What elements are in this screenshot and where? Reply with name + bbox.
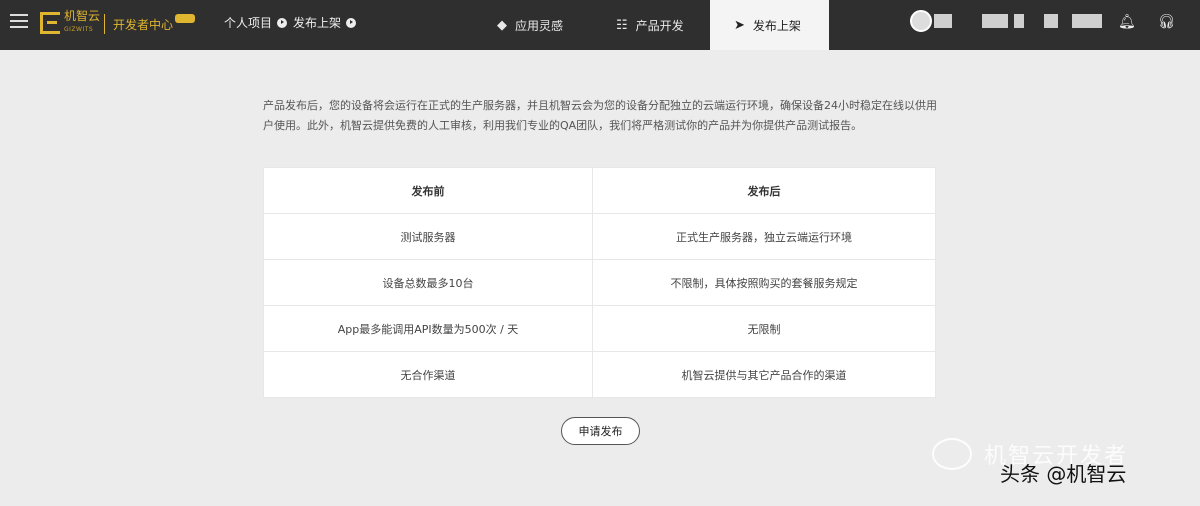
dev-center-title[interactable]: 开发者中心 [113, 16, 173, 33]
table-row: 测试服务器 正式生产服务器，独立云端运行环境 [263, 213, 936, 260]
breadcrumb-personal-projects[interactable]: 个人项目 [224, 14, 293, 31]
tab-product-development[interactable]: ☷ 产品开发 [616, 0, 684, 50]
table-header-row: 发布前 发布后 [263, 167, 936, 214]
bell-icon[interactable]: 🔔︎ [1118, 14, 1136, 30]
tab-app-inspiration[interactable]: ◆ 应用灵感 [497, 0, 563, 50]
column-header-before: 发布前 [263, 167, 593, 214]
tab-publish[interactable]: ➤ 发布上架 [710, 0, 829, 50]
send-icon: ➤ [734, 17, 745, 33]
wechat-watermark-icon [932, 438, 972, 470]
chevron-right-icon [277, 17, 288, 28]
table-row: App最多能调用API数量为500次 / 天 无限制 [263, 305, 936, 352]
table-row: 无合作渠道 机智云提供与其它产品合作的渠道 [263, 351, 936, 398]
avatar[interactable] [910, 10, 932, 32]
header-actions: 🔔︎ 🎧︎ [1118, 14, 1176, 30]
redacted-username [1044, 14, 1058, 28]
headset-icon[interactable]: 🎧︎ [1158, 14, 1176, 30]
user-account[interactable] [910, 10, 1102, 32]
chevron-right-icon [346, 17, 357, 28]
table-cell: 不限制，具体按照购买的套餐服务规定 [592, 259, 936, 306]
logo-divider [104, 14, 105, 34]
breadcrumb-publish[interactable]: 发布上架 [293, 14, 362, 31]
table-cell: 设备总数最多10台 [263, 259, 593, 306]
logo[interactable]: 机智云 GIZWITS [40, 10, 100, 36]
logo-mark-icon [40, 12, 60, 34]
apply-publish-button[interactable]: 申请发布 [561, 417, 640, 445]
publish-comparison-table: 发布前 发布后 测试服务器 正式生产服务器，独立云端运行环境 设备总数最多10台… [263, 167, 936, 398]
dev-center-badge [175, 14, 195, 23]
hamburger-menu-icon[interactable] [10, 14, 28, 30]
top-navigation-bar: 机智云 GIZWITS 开发者中心 个人项目 发布上架 ◆ 应用灵感 ☷ 产品开… [0, 0, 1200, 50]
table-row: 设备总数最多10台 不限制，具体按照购买的套餐服务规定 [263, 259, 936, 306]
column-header-after: 发布后 [592, 167, 936, 214]
publish-intro-text: 产品发布后，您的设备将会运行在正式的生产服务器，并且机智云会为您的设备分配独立的… [263, 99, 937, 132]
watermark-text: 头条 @机智云 [1000, 462, 1127, 486]
redacted-username [982, 14, 1008, 28]
table-cell: 无限制 [592, 305, 936, 352]
table-cell: 正式生产服务器，独立云端运行环境 [592, 213, 936, 260]
redacted-username [1014, 14, 1024, 28]
redacted-username [934, 14, 952, 28]
sliders-icon: ☷ [616, 17, 628, 33]
redacted-username [1072, 14, 1102, 28]
table-cell: 机智云提供与其它产品合作的渠道 [592, 351, 936, 398]
logo-subtext: GIZWITS [64, 26, 94, 33]
table-cell: 无合作渠道 [263, 351, 593, 398]
diamond-icon: ◆ [497, 17, 507, 33]
table-cell: 测试服务器 [263, 213, 593, 260]
logo-text: 机智云 [64, 9, 101, 23]
breadcrumb: 个人项目 发布上架 [224, 14, 362, 31]
table-cell: App最多能调用API数量为500次 / 天 [263, 305, 593, 352]
